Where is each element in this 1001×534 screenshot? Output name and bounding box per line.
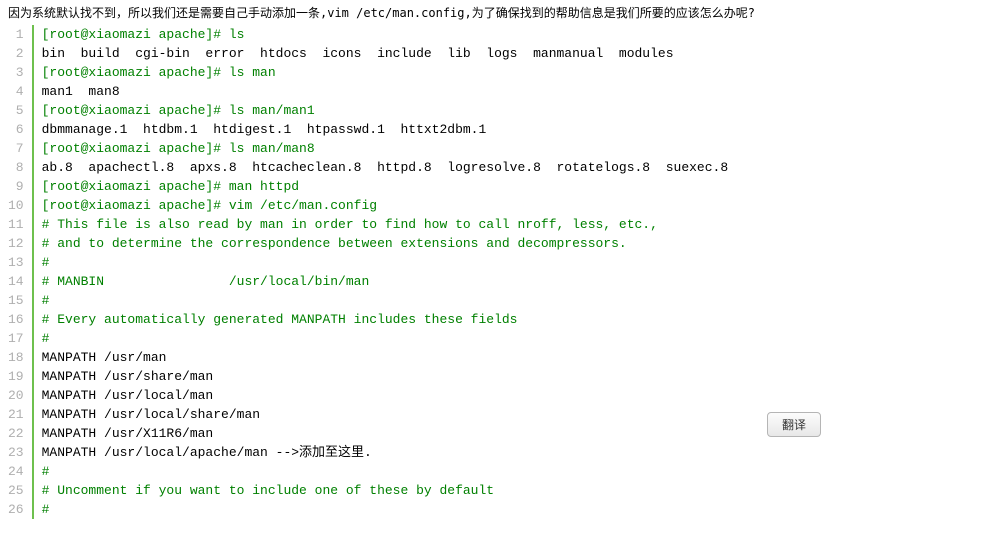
plain-text: MANPATH /usr/local/share/man — [42, 407, 260, 422]
line-number: 8 — [8, 158, 24, 177]
code-lines: [root@xiaomazi apache]# ls bin build cgi-… — [32, 25, 1001, 519]
line-number: 7 — [8, 139, 24, 158]
plain-text: MANPATH /usr/man — [42, 350, 167, 365]
line-number: 13 — [8, 253, 24, 272]
plain-text: MANPATH /usr/X11R6/man — [42, 426, 214, 441]
line-number: 11 — [8, 215, 24, 234]
line-number: 24 — [8, 462, 24, 481]
comment-text: # MANBIN /usr/local/bin/man — [42, 274, 370, 289]
line-number: 12 — [8, 234, 24, 253]
cmd-text: ls man/man8 — [229, 141, 315, 156]
code-line: MANPATH /usr/X11R6/man — [42, 424, 1001, 443]
code-line: # — [42, 462, 1001, 481]
code-line: # — [42, 291, 1001, 310]
line-number: 18 — [8, 348, 24, 367]
code-line: MANPATH /usr/local/apache/man -->添加至这里. — [42, 443, 1001, 462]
prompt-text: [root@xiaomazi apache]# — [42, 179, 229, 194]
code-line: # — [42, 329, 1001, 348]
comment-text: # Uncomment if you want to include one o… — [42, 483, 494, 498]
code-line: [root@xiaomazi apache]# man httpd — [42, 177, 1001, 196]
code-line: [root@xiaomazi apache]# ls man — [42, 63, 1001, 82]
code-line: # Every automatically generated MANPATH … — [42, 310, 1001, 329]
prompt-text: [root@xiaomazi apache]# — [42, 198, 229, 213]
plain-text: MANPATH /usr/local/man — [42, 388, 214, 403]
line-number: 15 — [8, 291, 24, 310]
code-line: # MANBIN /usr/local/bin/man — [42, 272, 1001, 291]
code-line: bin build cgi-bin error htdocs icons inc… — [42, 44, 1001, 63]
cmd-text: man httpd — [229, 179, 299, 194]
intro-text: 因为系统默认找不到，所以我们还是需要自己手动添加一条,vim /etc/man.… — [0, 0, 1001, 25]
line-number: 2 — [8, 44, 24, 63]
translate-button[interactable]: 翻译 — [767, 412, 821, 437]
cmd-text: vim /etc/man.config — [229, 198, 377, 213]
line-number: 6 — [8, 120, 24, 139]
comment-text: # Every automatically generated MANPATH … — [42, 312, 518, 327]
comment-text: # — [42, 502, 50, 517]
cmd-text: ls man/man1 — [229, 103, 315, 118]
line-number: 9 — [8, 177, 24, 196]
cmd-text: ls — [229, 27, 245, 42]
comment-text: # — [42, 255, 50, 270]
line-number: 23 — [8, 443, 24, 462]
intro-part1: 因为系统默认找不到，所以我们还是需要自己手动添加一条, — [8, 6, 327, 20]
code-line: ab.8 apachectl.8 apxs.8 htcacheclean.8 h… — [42, 158, 1001, 177]
code-line: [root@xiaomazi apache]# ls — [42, 25, 1001, 44]
code-line: MANPATH /usr/local/man — [42, 386, 1001, 405]
line-number: 22 — [8, 424, 24, 443]
line-number: 1 — [8, 25, 24, 44]
line-number: 14 — [8, 272, 24, 291]
prompt-text: [root@xiaomazi apache]# — [42, 65, 229, 80]
line-number: 16 — [8, 310, 24, 329]
line-number: 21 — [8, 405, 24, 424]
line-number: 25 — [8, 481, 24, 500]
comment-text: # — [42, 293, 50, 308]
code-line: # and to determine the correspondence be… — [42, 234, 1001, 253]
terminal-code-block: 1234567891011121314151617181920212223242… — [0, 25, 1001, 519]
prompt-text: [root@xiaomazi apache]# — [42, 27, 229, 42]
line-number: 26 — [8, 500, 24, 519]
line-number: 5 — [8, 101, 24, 120]
comment-text: # This file is also read by man in order… — [42, 217, 658, 232]
plain-text: dbmmanage.1 htdbm.1 htdigest.1 htpasswd.… — [42, 122, 487, 137]
comment-text: # and to determine the correspondence be… — [42, 236, 627, 251]
code-line: [root@xiaomazi apache]# ls man/man8 — [42, 139, 1001, 158]
code-line: [root@xiaomazi apache]# ls man/man1 — [42, 101, 1001, 120]
line-number: 4 — [8, 82, 24, 101]
line-number: 20 — [8, 386, 24, 405]
plain-text: bin build cgi-bin error htdocs icons inc… — [42, 46, 674, 61]
plain-text: man1 man8 — [42, 84, 120, 99]
plain-text: MANPATH /usr/local/apache/man -->添加至这里. — [42, 445, 372, 460]
comment-text: # — [42, 331, 50, 346]
line-number: 19 — [8, 367, 24, 386]
line-number-gutter: 1234567891011121314151617181920212223242… — [0, 25, 32, 519]
intro-cmd: vim /etc/man.config — [327, 6, 464, 20]
comment-text: # — [42, 464, 50, 479]
line-number: 10 — [8, 196, 24, 215]
code-line: # Uncomment if you want to include one o… — [42, 481, 1001, 500]
code-line: # This file is also read by man in order… — [42, 215, 1001, 234]
prompt-text: [root@xiaomazi apache]# — [42, 141, 229, 156]
cmd-text: ls man — [229, 65, 276, 80]
code-line: # — [42, 253, 1001, 272]
code-line: dbmmanage.1 htdbm.1 htdigest.1 htpasswd.… — [42, 120, 1001, 139]
code-line: MANPATH /usr/man — [42, 348, 1001, 367]
prompt-text: [root@xiaomazi apache]# — [42, 103, 229, 118]
intro-part2: ,为了确保找到的帮助信息是我们所要的应该怎么办呢? — [465, 6, 755, 20]
line-number: 3 — [8, 63, 24, 82]
line-number: 17 — [8, 329, 24, 348]
code-line: [root@xiaomazi apache]# vim /etc/man.con… — [42, 196, 1001, 215]
plain-text: ab.8 apachectl.8 apxs.8 htcacheclean.8 h… — [42, 160, 729, 175]
plain-text: MANPATH /usr/share/man — [42, 369, 214, 384]
code-line: man1 man8 — [42, 82, 1001, 101]
code-line: MANPATH /usr/local/share/man — [42, 405, 1001, 424]
code-line: MANPATH /usr/share/man — [42, 367, 1001, 386]
code-line: # — [42, 500, 1001, 519]
